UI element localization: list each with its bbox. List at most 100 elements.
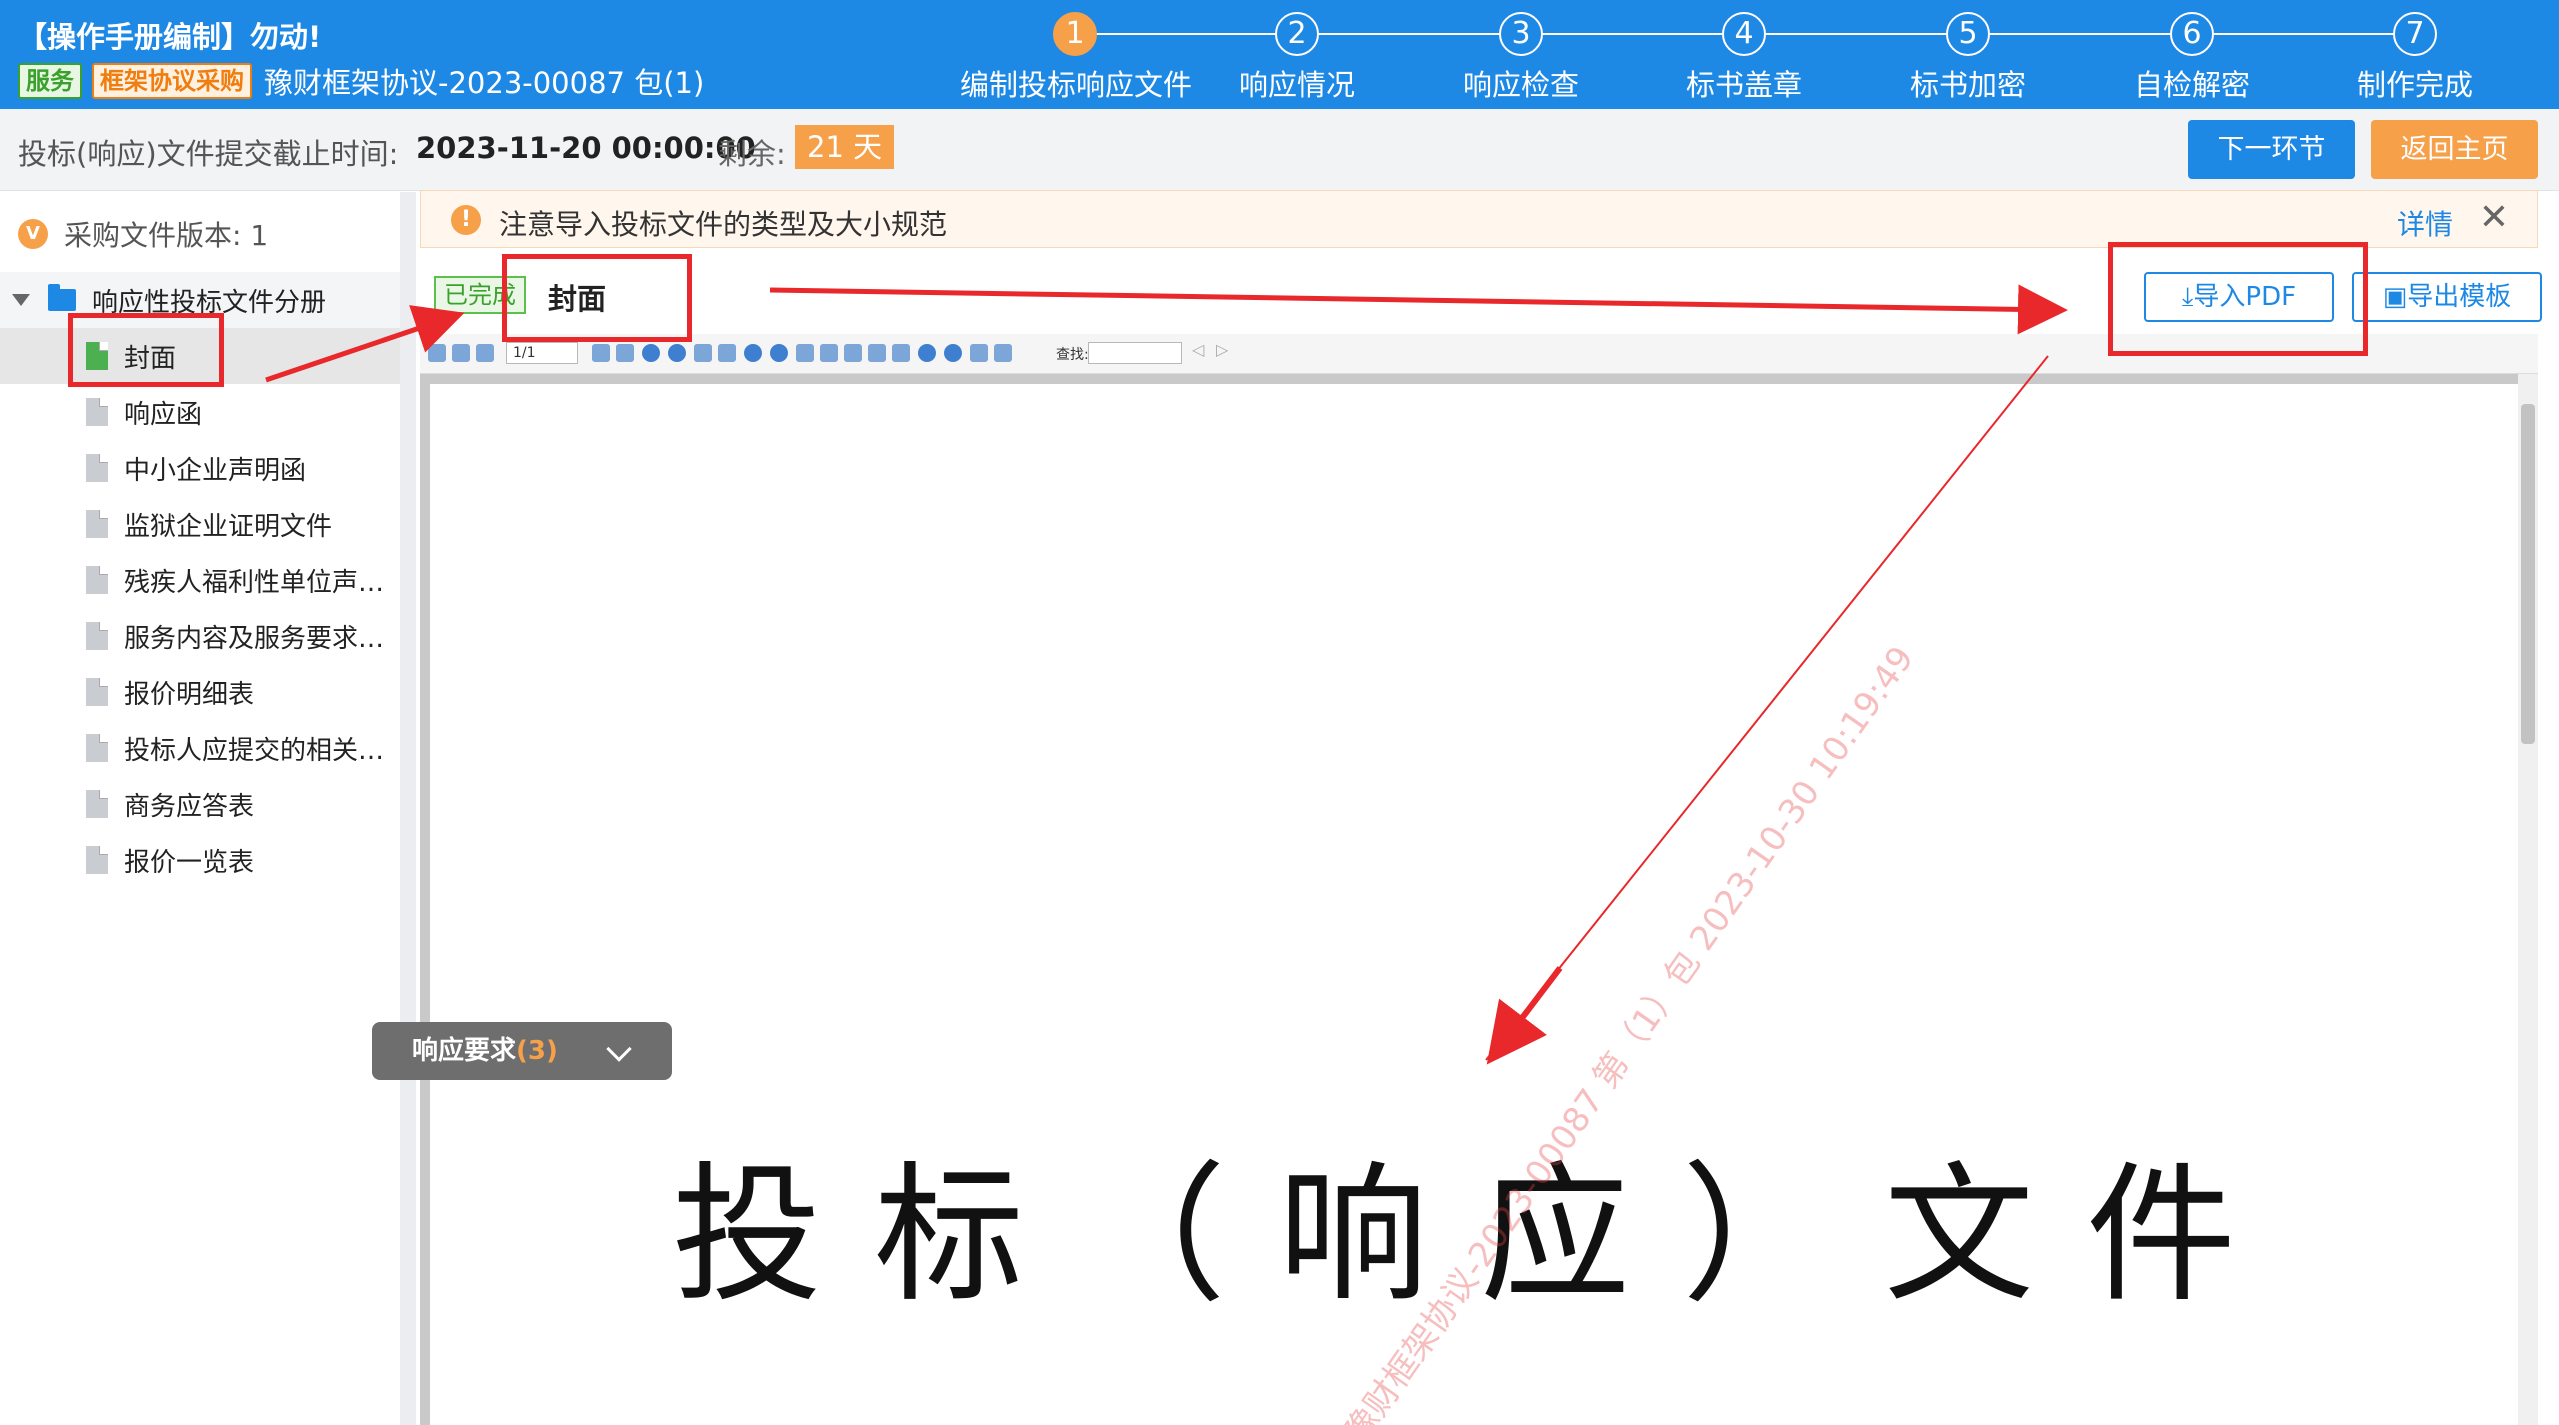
first-page-icon[interactable] xyxy=(592,344,610,362)
project-title: 【操作手册编制】勿动! xyxy=(18,20,322,54)
response-requirements-toggle[interactable]: 响应要求(3) xyxy=(372,1022,672,1080)
step-5[interactable]: 5 标书加密 xyxy=(1853,12,2083,104)
caret-down-icon[interactable] xyxy=(12,294,30,306)
step-7[interactable]: 7 制作完成 xyxy=(2300,12,2530,104)
folder-icon xyxy=(48,284,76,311)
search-icon[interactable] xyxy=(944,344,962,362)
print-icon[interactable] xyxy=(452,344,470,362)
single-page-icon[interactable] xyxy=(970,344,988,362)
document-icon xyxy=(86,846,108,874)
warning-icon: ! xyxy=(451,205,481,235)
previous-page-icon[interactable] xyxy=(616,344,634,362)
fit-width-icon[interactable] xyxy=(796,344,814,362)
select-tool-icon[interactable] xyxy=(868,344,886,362)
sidebar-item-bidder-certificates[interactable]: 投标人应提交的相关证明 xyxy=(0,720,400,776)
find-input[interactable] xyxy=(1088,342,1182,364)
step-6-label: 自检解密 xyxy=(2133,68,2250,102)
sidebar-item-label: 报价一览表 xyxy=(124,847,255,878)
step-5-number: 5 xyxy=(1946,12,1990,56)
step-1[interactable]: 1 编制投标响应文件 xyxy=(960,12,1193,104)
page-number-input[interactable]: 1/1 xyxy=(506,342,578,364)
fit-page-icon[interactable] xyxy=(820,344,838,362)
sidebar-item-label: 中小企业声明函 xyxy=(124,455,307,486)
zoom-out-icon[interactable] xyxy=(770,344,788,362)
step-2-label: 响应情况 xyxy=(1238,68,1355,102)
step-4-number: 4 xyxy=(1722,12,1766,56)
next-step-button[interactable]: 下一环节 xyxy=(2188,120,2355,179)
export-template-button[interactable]: ▣导出模板 xyxy=(2352,272,2542,322)
step-5-label: 标书加密 xyxy=(1909,68,2026,102)
sidebar-item-label: 响应函 xyxy=(124,399,203,430)
pdf-viewer: 投标（响应）文件 豫财框架协议-2023-00087 第（1）包 2023-10… xyxy=(420,374,2538,1425)
hand-tool-icon[interactable] xyxy=(844,344,862,362)
sidebar-item-price-details[interactable]: 报价明细表 xyxy=(0,664,400,720)
tag-framework: 框架协议采购 xyxy=(92,63,252,99)
annotation-box-cover-item xyxy=(68,313,224,387)
progress-steps: 1 编制投标响应文件 2 响应情况 3 响应检查 4 标书盖章 5 标书加密 6… xyxy=(960,0,2530,109)
sidebar-item-price-summary[interactable]: 报价一览表 xyxy=(0,832,400,888)
sidebar-item-label: 报价明细表 xyxy=(124,679,255,710)
save-icon[interactable] xyxy=(428,344,446,362)
document-icon xyxy=(86,398,108,426)
return-home-button[interactable]: 返回主页 xyxy=(2371,120,2538,179)
remaining-days-badge: 21 天 xyxy=(795,125,895,169)
document-icon xyxy=(86,566,108,594)
remaining-label: 剩余: xyxy=(718,137,786,171)
snapshot-icon[interactable] xyxy=(892,344,910,362)
notice-detail-link[interactable]: 详情 xyxy=(2397,203,2453,243)
back-icon[interactable] xyxy=(642,344,660,362)
tag-service: 服务 xyxy=(18,63,82,99)
step-6[interactable]: 6 自检解密 xyxy=(2077,12,2307,104)
close-icon[interactable]: ✕ xyxy=(2479,197,2509,238)
continuous-page-icon[interactable] xyxy=(994,344,1012,362)
response-requirements-label: 响应要求 xyxy=(412,1036,517,1066)
next-page-icon[interactable] xyxy=(694,344,712,362)
version-icon: V xyxy=(18,219,48,249)
sidebar-item-business-response[interactable]: 商务应答表 xyxy=(0,776,400,832)
magnify-icon[interactable] xyxy=(918,344,936,362)
step-2-number: 2 xyxy=(1275,12,1319,56)
step-3-label: 响应检查 xyxy=(1462,68,1579,102)
sidebar-item-label: 服务内容及服务要求应... xyxy=(124,623,400,654)
procurement-version: V 采购文件版本: 1 xyxy=(18,212,268,256)
find-next-icon[interactable]: ▷ xyxy=(1216,340,1228,359)
sidebar-item-response-letter[interactable]: 响应函 xyxy=(0,384,400,440)
pdf-page: 投标（响应）文件 豫财框架协议-2023-00087 第（1）包 2023-10… xyxy=(430,384,2522,1425)
document-icon xyxy=(86,678,108,706)
zoom-in-icon[interactable] xyxy=(744,344,762,362)
step-3[interactable]: 3 响应检查 xyxy=(1406,12,1636,104)
sidebar-item-disability-welfare[interactable]: 残疾人福利性单位声明函 xyxy=(0,552,400,608)
pdf-scrollbar[interactable] xyxy=(2518,374,2538,1425)
project-name: 豫财框架协议-2023-00087 包(1) xyxy=(264,66,705,100)
document-icon xyxy=(86,734,108,762)
notice-banner: ! 注意导入投标文件的类型及大小规范 详情 ✕ xyxy=(420,190,2538,248)
annotation-box-document-title xyxy=(502,254,692,342)
sidebar-item-prison-enterprise[interactable]: 监狱企业证明文件 xyxy=(0,496,400,552)
document-icon[interactable] xyxy=(476,344,494,362)
forward-icon[interactable] xyxy=(668,344,686,362)
chevron-down-icon xyxy=(606,1036,632,1062)
export-template-label: 导出模板 xyxy=(2407,282,2512,312)
step-7-label: 制作完成 xyxy=(2356,68,2473,102)
document-icon xyxy=(86,790,108,818)
sidebar-item-sme-declaration[interactable]: 中小企业声明函 xyxy=(0,440,400,496)
sidebar-divider[interactable] xyxy=(400,192,416,1425)
last-page-icon[interactable] xyxy=(718,344,736,362)
sidebar-item-service-content[interactable]: 服务内容及服务要求应... xyxy=(0,608,400,664)
sidebar-item-label: 残疾人福利性单位声明函 xyxy=(124,567,400,598)
deadline-bar: 投标(响应)文件提交截止时间: 2023-11-20 00:00:00 剩余: … xyxy=(0,109,2559,191)
step-2[interactable]: 2 响应情况 xyxy=(1182,12,1412,104)
step-4[interactable]: 4 标书盖章 xyxy=(1629,12,1859,104)
response-requirements-count: (3) xyxy=(516,1036,558,1066)
step-1-label: 编制投标响应文件 xyxy=(960,68,1193,102)
find-previous-icon[interactable]: ◁ xyxy=(1192,340,1204,359)
sidebar-item-label: 商务应答表 xyxy=(124,791,255,822)
notice-message: 注意导入投标文件的类型及大小规范 xyxy=(499,208,948,241)
save-icon: ▣ xyxy=(2382,282,2408,312)
document-icon xyxy=(86,510,108,538)
scrollbar-thumb[interactable] xyxy=(2521,404,2535,744)
sidebar-item-label: 监狱企业证明文件 xyxy=(124,511,333,542)
step-1-number: 1 xyxy=(1053,12,1097,56)
step-7-number: 7 xyxy=(2393,12,2437,56)
top-header: 【操作手册编制】勿动! 服务 框架协议采购 豫财框架协议-2023-00087 … xyxy=(0,0,2559,109)
